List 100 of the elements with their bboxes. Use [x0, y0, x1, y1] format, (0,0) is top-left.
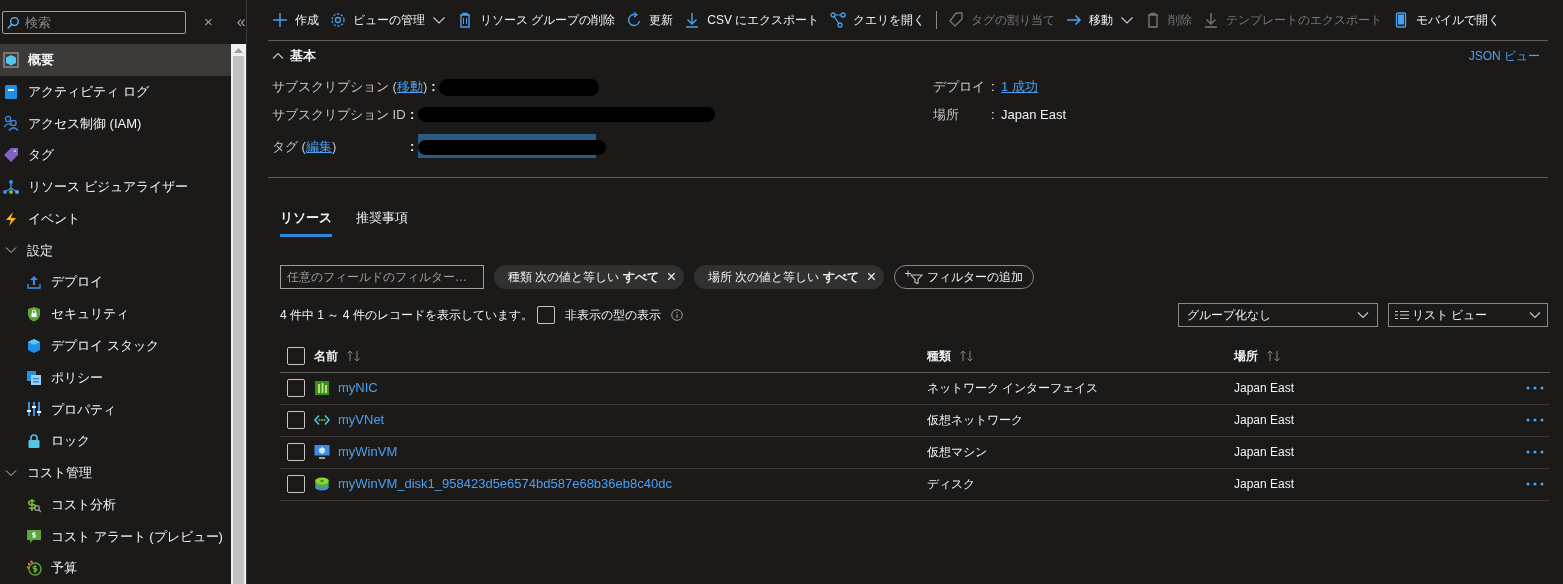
tab[interactable]: リソース	[280, 208, 332, 237]
close-button[interactable]: ×	[202, 10, 215, 34]
more-icon[interactable]	[1526, 482, 1544, 486]
json-view-link[interactable]: JSON ビュー	[1468, 47, 1540, 65]
nav-group[interactable]: コスト管理	[0, 456, 231, 489]
group-by-dropdown[interactable]: グループ化なし	[1178, 302, 1378, 327]
table-cell-text: Japan East	[1234, 380, 1296, 397]
nav-item[interactable]: デプロイ	[0, 266, 231, 299]
nav-item[interactable]: アクティビティ ログ	[0, 75, 231, 108]
checkbox[interactable]	[287, 475, 305, 493]
resource-link[interactable]: myWinVM_disk1_958423d5e6574bd587e68b36eb8c40dc	[338, 474, 672, 494]
nav-item[interactable]: デプロイ スタック	[0, 329, 231, 362]
resource-link[interactable]: myNIC	[338, 378, 378, 398]
toolbar-button[interactable]: 移動	[1066, 11, 1135, 29]
vnet-icon	[314, 412, 330, 428]
refresh-icon	[626, 12, 643, 28]
toolbar-button[interactable]: ビューの管理	[330, 11, 446, 29]
checkbox[interactable]	[537, 305, 555, 324]
checkbox[interactable]	[287, 443, 305, 461]
chevron-up-icon	[272, 50, 284, 62]
table-cell-text: Japan East	[1234, 476, 1296, 493]
download-icon	[684, 12, 701, 28]
colon: :	[410, 138, 416, 157]
add-filter-icon	[905, 269, 924, 284]
section-toggle[interactable]: 基本	[272, 46, 316, 66]
sort-icon	[346, 350, 362, 362]
link[interactable]: 編集	[305, 139, 332, 155]
resource-link[interactable]: myWinVM	[338, 442, 398, 462]
view-label: リスト ビュー	[1412, 306, 1489, 324]
tab[interactable]: 推奨事項	[356, 208, 408, 237]
table-cell-text: ディスク	[927, 476, 976, 493]
nav-icon	[26, 401, 42, 418]
monitor-icon	[314, 444, 330, 460]
search-field[interactable]: 検索	[2, 10, 186, 34]
field-value: Japan East	[1001, 106, 1067, 125]
remove-button[interactable]: ×	[864, 268, 879, 285]
nav-item[interactable]: 概要	[0, 44, 231, 76]
resource-link[interactable]: myVNet	[338, 410, 385, 430]
nav-item[interactable]: ポリシー	[0, 361, 231, 394]
nav-item[interactable]: プロパティ	[0, 393, 231, 426]
checkbox[interactable]	[287, 347, 305, 365]
column-header[interactable]: 種類	[927, 347, 951, 365]
remove-button[interactable]: ×	[664, 268, 678, 285]
collapse-button[interactable]: «	[234, 10, 248, 34]
disk-icon	[314, 476, 330, 492]
tag-icon	[948, 12, 965, 28]
download-icon	[1203, 12, 1220, 28]
toolbar-button[interactable]: CSV にエクスポート	[684, 11, 820, 29]
nav-item[interactable]: イベント	[0, 202, 231, 235]
more-icon[interactable]	[1526, 450, 1544, 454]
more-icon[interactable]	[1526, 418, 1544, 422]
checkbox-label: 非表示の型の表示	[565, 306, 661, 324]
nav-item[interactable]: コスト アラート (プレビュー)	[0, 520, 231, 553]
filter-text: 種類 次の値と等しい すべて	[508, 268, 659, 286]
sort-icon	[959, 350, 975, 362]
toolbar-button[interactable]: リソース グループの削除	[457, 11, 616, 29]
nav-item[interactable]: 予算	[0, 552, 231, 584]
scrollbar[interactable]	[231, 44, 246, 584]
column-header[interactable]: 名前	[314, 347, 338, 365]
link[interactable]: 移動	[396, 79, 423, 95]
toolbar-button[interactable]: モバイルで開く	[1393, 11, 1501, 29]
filter-pill[interactable]: 種類 次の値と等しい すべて ×	[494, 264, 684, 289]
filter-pill[interactable]: 場所 次の値と等しい すべて ×	[694, 264, 885, 289]
nav-item[interactable]: アクセス制御 (IAM)	[0, 107, 231, 140]
nav-icon	[26, 496, 42, 513]
checkbox[interactable]	[287, 379, 305, 397]
toolbar-button[interactable]: 更新	[626, 11, 674, 29]
nav-icon	[26, 306, 42, 322]
table-cell-text: Japan East	[1234, 444, 1296, 461]
nav-item[interactable]: リソース ビジュアライザー	[0, 171, 231, 203]
nav-item[interactable]: タグ	[0, 139, 231, 172]
field-label: サブスクリプション (移動)	[272, 78, 429, 97]
checkbox[interactable]	[287, 411, 305, 429]
nav-icon	[3, 115, 19, 132]
table-cell-text: 仮想マシン	[927, 444, 988, 461]
trash-icon	[457, 12, 473, 28]
more-icon[interactable]	[1526, 386, 1544, 390]
table-cell-text: Japan East	[1234, 412, 1296, 429]
field-label: タグ (編集)	[272, 138, 338, 157]
nav-icon	[3, 83, 19, 100]
toolbar-button[interactable]: クエリを開く	[830, 11, 926, 29]
nav-item[interactable]: セキュリティ	[0, 298, 231, 330]
colon: :	[410, 106, 416, 125]
sort-icon	[1266, 350, 1282, 362]
view-dropdown[interactable]: リスト ビュー	[1388, 302, 1548, 327]
nav-item[interactable]: コスト分析	[0, 488, 231, 521]
record-count: 4 件中 1 ～ 4 件のレコードを表示しています。	[280, 306, 534, 324]
toolbar-button[interactable]: 作成	[272, 11, 319, 29]
colon: :	[431, 78, 437, 97]
gear-icon	[330, 12, 346, 28]
network-card-icon	[314, 380, 330, 396]
link[interactable]: 1 成功	[1001, 77, 1038, 97]
column-header[interactable]: 場所	[1234, 347, 1258, 365]
nav-icon	[3, 51, 19, 68]
field-label: サブスクリプション ID	[272, 106, 407, 125]
nav-icon	[26, 274, 42, 291]
nav-icon	[26, 337, 42, 354]
filter-field[interactable]: 任意のフィールドのフィルター…	[280, 264, 484, 289]
nav-item[interactable]: ロック	[0, 425, 231, 457]
nav-group[interactable]: 設定	[0, 234, 231, 267]
